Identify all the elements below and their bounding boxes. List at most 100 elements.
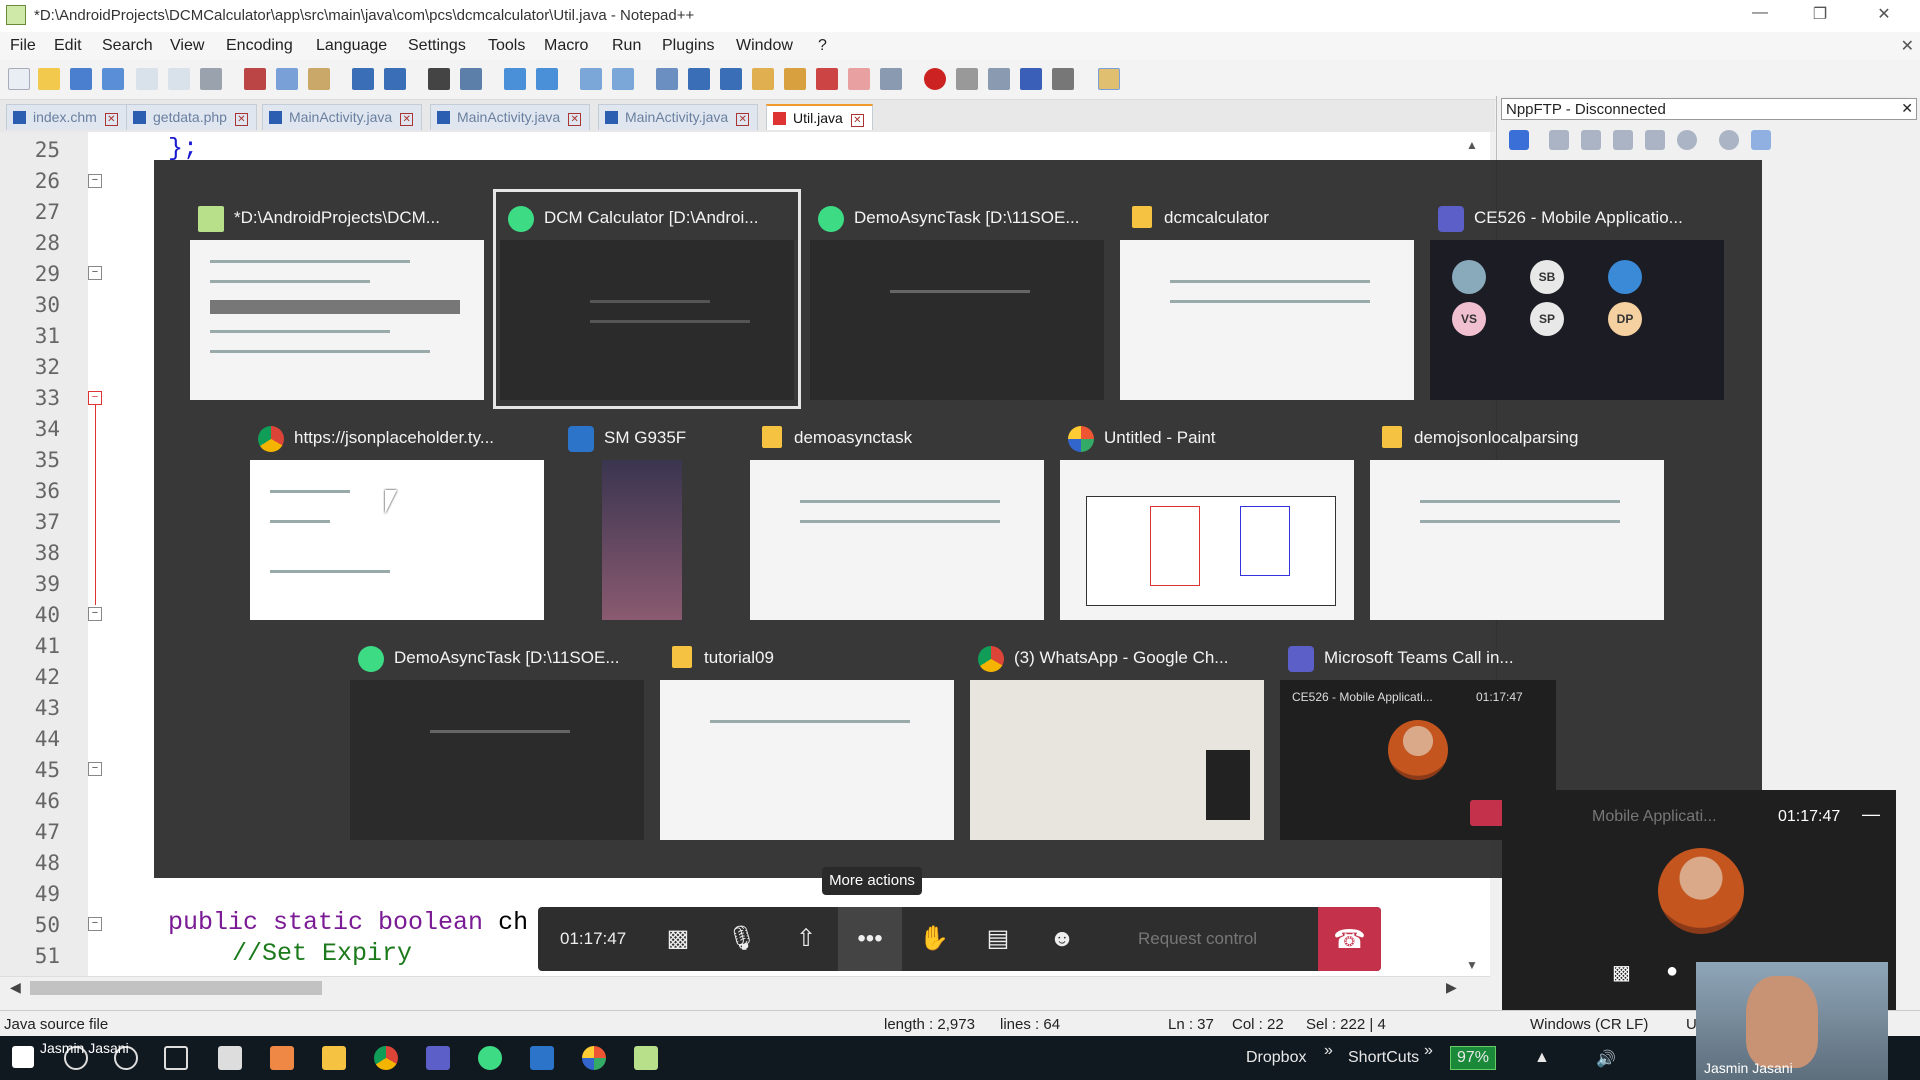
close-file-icon[interactable] — [136, 68, 158, 90]
switcher-window-demojsonlocalparsing-folder[interactable]: demojsonlocalparsing — [1370, 416, 1664, 622]
tab-getdata-php[interactable]: getdata.php ✕ — [126, 104, 257, 130]
menu-run[interactable]: Run — [612, 37, 641, 55]
more-actions-button[interactable]: ••• — [838, 907, 902, 971]
tab-mainactivity-2[interactable]: MainActivity.java ✕ — [430, 104, 591, 130]
upload-icon[interactable] — [1613, 130, 1633, 150]
raise-hand-icon[interactable]: ✋ — [902, 907, 966, 971]
fold-toggle-icon[interactable]: − — [88, 607, 102, 621]
close-icon[interactable]: ✕ — [568, 113, 582, 126]
tray-shortcuts[interactable]: ShortCuts — [1348, 1049, 1419, 1067]
word-wrap-icon[interactable] — [656, 68, 678, 90]
tab-util-java[interactable]: Util.java ✕ — [766, 104, 873, 130]
switcher-window-notepad[interactable]: *D:\AndroidProjects\DCM... — [190, 196, 484, 402]
folder-icon[interactable] — [1549, 130, 1569, 150]
tab-mainactivity-3[interactable]: MainActivity.java ✕ — [598, 104, 759, 130]
sync-vertical-icon[interactable] — [580, 68, 602, 90]
share-screen-icon[interactable]: ⇧ — [774, 907, 838, 971]
show-all-chars-icon[interactable] — [688, 68, 710, 90]
switcher-window-chrome-jsonplaceholder[interactable]: https://jsonplaceholder.ty... — [250, 416, 544, 622]
switcher-window-whatsapp[interactable]: (3) WhatsApp - Google Ch... — [970, 636, 1264, 842]
fold-toggle-icon[interactable]: − — [88, 917, 102, 931]
chrome-icon[interactable] — [374, 1046, 398, 1070]
zoom-in-icon[interactable] — [504, 68, 526, 90]
sync-horizontal-icon[interactable] — [612, 68, 634, 90]
menu-edit[interactable]: Edit — [54, 37, 82, 55]
settings-icon[interactable] — [1719, 130, 1739, 150]
save-macro-icon[interactable] — [1052, 68, 1074, 90]
hang-up-button[interactable]: ☎ — [1318, 907, 1381, 971]
open-file-icon[interactable] — [38, 68, 60, 90]
zoom-out-icon[interactable] — [536, 68, 558, 90]
volume-icon[interactable]: 🔊 — [1596, 1049, 1616, 1069]
restore-button[interactable]: ❐ — [1800, 4, 1840, 28]
notepad-plus-plus-icon[interactable] — [634, 1046, 658, 1070]
scroll-left-icon[interactable]: ◀ — [10, 979, 21, 996]
udl-icon[interactable] — [752, 68, 774, 90]
battery-indicator[interactable]: 97% — [1450, 1046, 1497, 1070]
menu-plugins[interactable]: Plugins — [662, 37, 714, 55]
menu-view[interactable]: View — [170, 37, 204, 55]
switcher-window-tutorial09-folder[interactable]: tutorial09 — [660, 636, 954, 842]
play-macro-icon[interactable] — [988, 68, 1010, 90]
menu-window[interactable]: Window — [736, 37, 793, 55]
copy-icon[interactable] — [276, 68, 298, 90]
camera-off-icon[interactable]: ▩ — [646, 907, 710, 971]
folder-workspace-icon[interactable] — [848, 68, 870, 90]
horizontal-scrollbar[interactable]: ◀ ▶ — [0, 976, 1490, 998]
snip-icon[interactable] — [270, 1046, 294, 1070]
minimize-button[interactable]: — — [1740, 4, 1780, 28]
paint-icon[interactable] — [582, 1046, 606, 1070]
tray-chevron-icon[interactable]: » — [1324, 1042, 1333, 1060]
tray-dropbox[interactable]: Dropbox — [1246, 1049, 1306, 1067]
refresh-icon[interactable] — [1645, 130, 1665, 150]
android-studio-icon[interactable] — [478, 1046, 502, 1070]
close-button[interactable]: ✕ — [1864, 4, 1904, 28]
calculator-icon[interactable] — [218, 1046, 242, 1070]
switcher-window-dcmcalculator-folder[interactable]: dcmcalculator — [1120, 196, 1414, 402]
close-icon[interactable]: ✕ — [1901, 100, 1913, 117]
undo-icon[interactable] — [352, 68, 374, 90]
menu-file[interactable]: File — [10, 37, 36, 55]
close-icon[interactable]: ✕ — [736, 113, 750, 126]
menu-macro[interactable]: Macro — [544, 37, 588, 55]
switcher-window-demoasynctask-2[interactable]: DemoAsyncTask [D:\11SOE... — [350, 636, 644, 842]
microphone-icon[interactable]: ● — [1666, 960, 1678, 983]
menu-help[interactable]: ? — [818, 37, 827, 55]
request-control-button[interactable]: Request control — [1138, 907, 1257, 971]
menu-encoding[interactable]: Encoding — [226, 37, 293, 55]
download-icon[interactable] — [1581, 130, 1601, 150]
fold-toggle-icon[interactable]: − — [88, 266, 102, 280]
cut-icon[interactable] — [244, 68, 266, 90]
replace-icon[interactable] — [460, 68, 482, 90]
close-icon[interactable]: ✕ — [234, 113, 248, 126]
minimize-icon[interactable]: — — [1862, 804, 1880, 825]
run-macro-multiple-icon[interactable] — [1020, 68, 1042, 90]
save-all-icon[interactable] — [102, 68, 124, 90]
paste-icon[interactable] — [308, 68, 330, 90]
participants-icon[interactable]: ☻ — [1030, 907, 1094, 971]
switcher-window-dcm-calculator[interactable]: DCM Calculator [D:\Androi... — [493, 189, 801, 409]
stop-macro-icon[interactable] — [956, 68, 978, 90]
monitoring-icon[interactable] — [880, 68, 902, 90]
close-icon[interactable]: ✕ — [104, 113, 118, 126]
function-list-icon[interactable] — [816, 68, 838, 90]
find-icon[interactable] — [428, 68, 450, 90]
switcher-window-teams-meeting[interactable]: CE526 - Mobile Applicatio... SB VS SP DP — [1430, 196, 1724, 402]
close-icon[interactable]: ✕ — [850, 114, 864, 127]
close-document-icon[interactable]: ✕ — [1901, 36, 1914, 56]
redo-icon[interactable] — [384, 68, 406, 90]
phone-mirror-icon[interactable] — [530, 1046, 554, 1070]
switcher-window-phone-mirror[interactable]: SM G935F — [560, 416, 730, 622]
teams-icon[interactable] — [426, 1046, 450, 1070]
switcher-window-demoasynctask[interactable]: DemoAsyncTask [D:\11SOE... — [810, 196, 1104, 402]
menu-tools[interactable]: Tools — [488, 37, 525, 55]
menu-settings[interactable]: Settings — [408, 37, 466, 55]
tab-index-chm[interactable]: index.chm ✕ — [6, 104, 127, 130]
menu-search[interactable]: Search — [102, 37, 153, 55]
switcher-window-demoasynctask-folder[interactable]: demoasynctask — [750, 416, 1044, 622]
close-icon[interactable]: ✕ — [400, 113, 414, 126]
scrollbar-thumb[interactable] — [30, 981, 322, 995]
close-all-icon[interactable] — [168, 68, 190, 90]
fold-toggle-icon[interactable]: − — [88, 174, 102, 188]
tray-chevron-icon[interactable]: » — [1424, 1042, 1433, 1060]
